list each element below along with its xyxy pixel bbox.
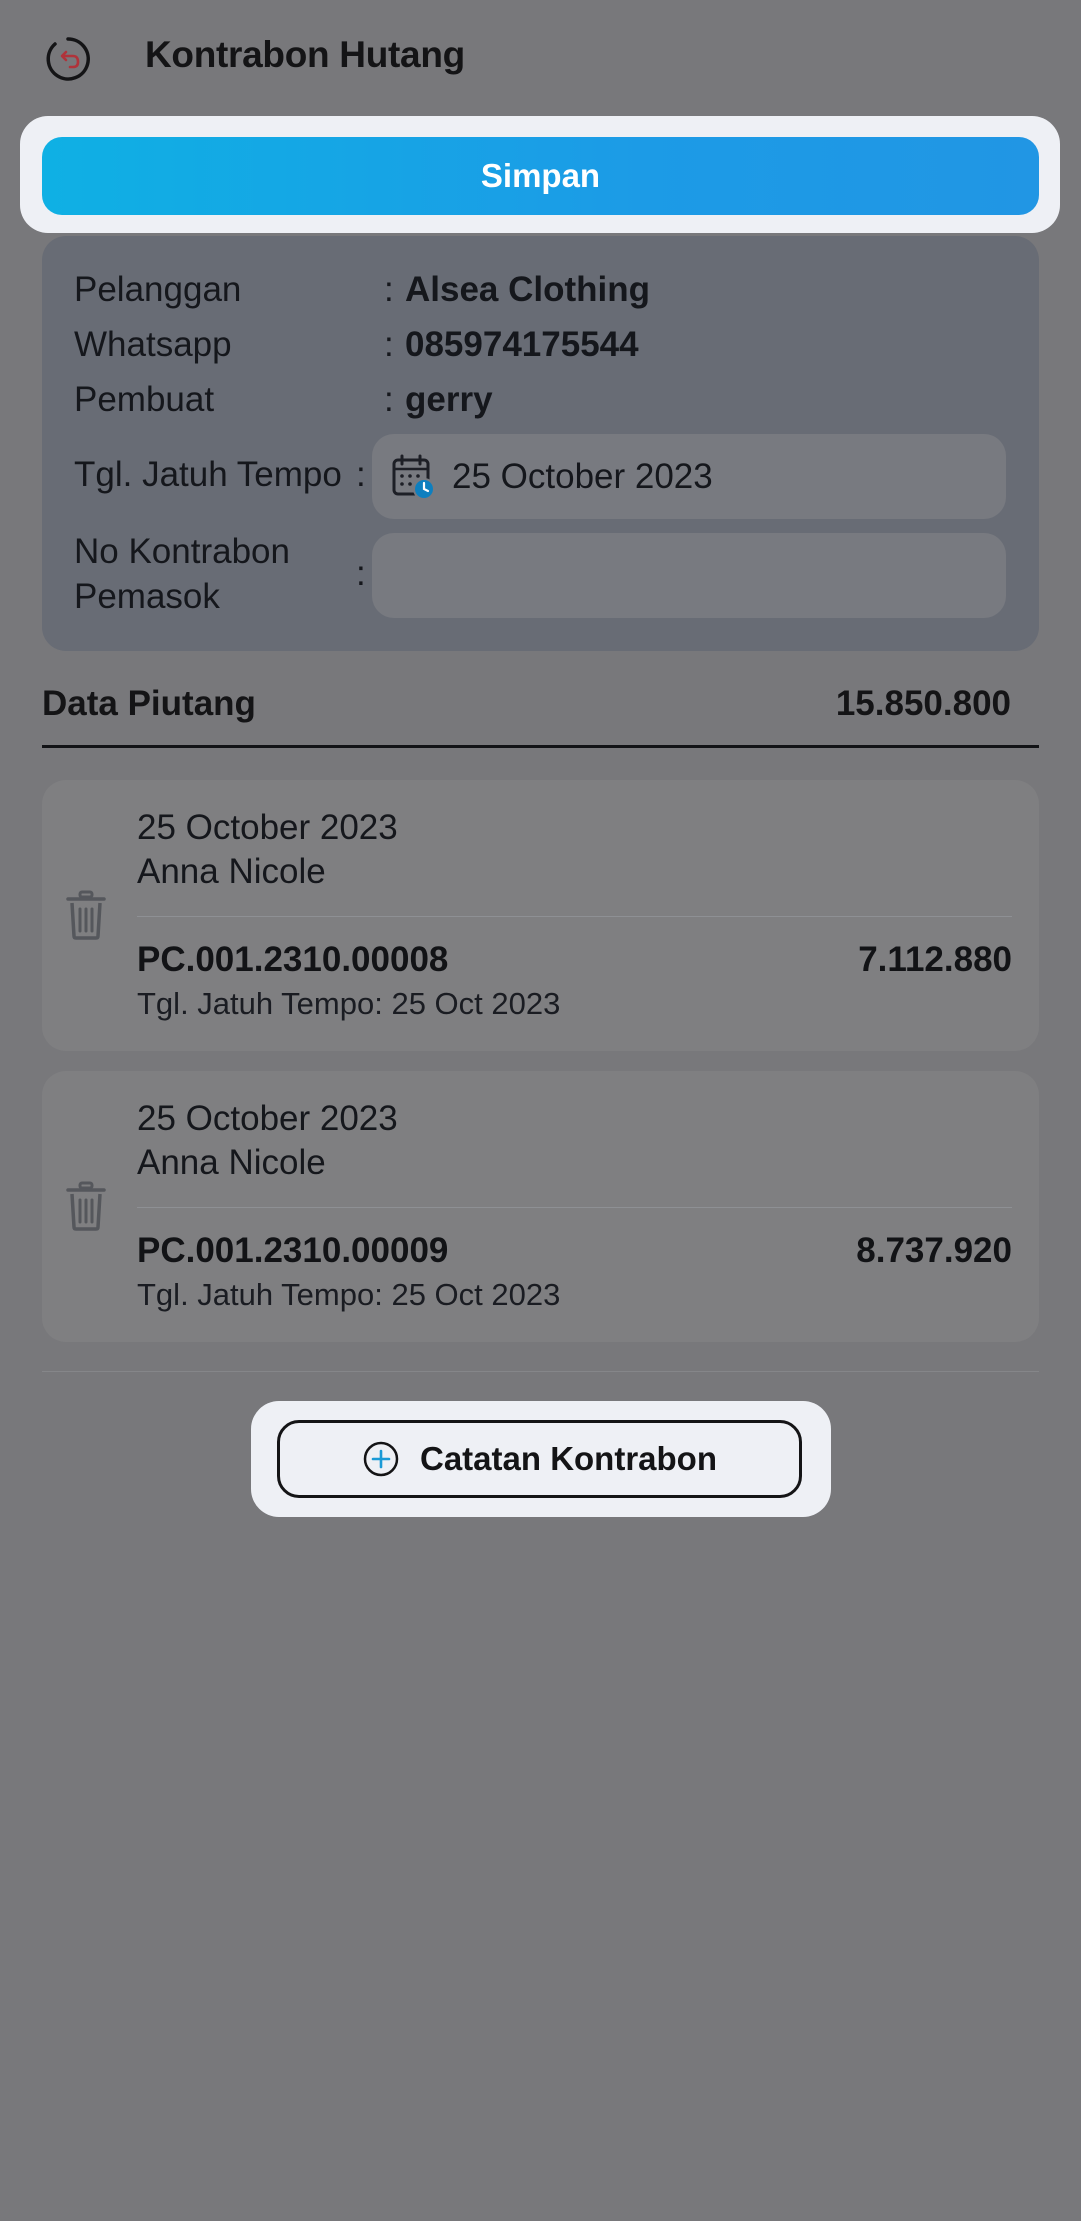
entry-name: Anna Nicole [137, 852, 326, 891]
list-item[interactable]: 25 October 2023 Anna Nicole PC.001.2310.… [42, 1071, 1039, 1342]
whatsapp-value: 085974175544 [405, 325, 639, 364]
page-title: Kontrabon Hutang [145, 34, 465, 75]
jatuh-tempo-label: Tgl. Jatuh Tempo [74, 455, 342, 494]
colon: : [384, 325, 394, 364]
no-kontrabon-input[interactable] [372, 533, 1006, 618]
entry-due-date: Tgl. Jatuh Tempo: 25 Oct 2023 [137, 1277, 561, 1312]
colon: : [384, 380, 394, 419]
entry-amount: 7.112.880 [858, 940, 1012, 979]
due-date-picker[interactable]: 25 October 2023 [372, 434, 1006, 519]
trash-icon[interactable] [66, 1181, 106, 1231]
entry-date: 25 October 2023 [137, 808, 398, 847]
colon: : [384, 270, 394, 309]
entry-amount: 8.737.920 [856, 1231, 1012, 1270]
no-kontrabon-label: No Kontrabon [74, 532, 290, 571]
colon: : [356, 554, 366, 593]
list-item[interactable]: 25 October 2023 Anna Nicole PC.001.2310.… [42, 780, 1039, 1051]
colon: : [356, 455, 366, 494]
entry-name: Anna Nicole [137, 1143, 326, 1182]
add-button-label: Catatan Kontrabon [420, 1440, 717, 1477]
pelanggan-value: Alsea Clothing [405, 270, 651, 309]
plus-circle-icon [363, 1441, 399, 1477]
entry-code: PC.001.2310.00009 [137, 1231, 449, 1270]
entry-date: 25 October 2023 [137, 1099, 398, 1138]
pembuat-label: Pembuat [74, 380, 215, 419]
pelanggan-label: Pelanggan [74, 270, 242, 309]
due-date-value: 25 October 2023 [452, 456, 713, 496]
contract-info-card: Pelanggan : Alsea Clothing Whatsapp : 08… [42, 236, 1039, 651]
entry-due-date: Tgl. Jatuh Tempo: 25 Oct 2023 [137, 986, 561, 1021]
divider [137, 916, 1012, 917]
add-catatan-kontrabon-button[interactable]: Catatan Kontrabon [277, 1420, 802, 1498]
divider [42, 1371, 1039, 1372]
save-button[interactable]: Simpan [42, 137, 1039, 215]
pembuat-value: gerry [405, 380, 493, 419]
back-button[interactable] [42, 33, 94, 85]
trash-icon[interactable] [66, 890, 106, 940]
calendar-clock-icon [392, 454, 435, 500]
data-piutang-header: Data Piutang 15.850.800 [42, 680, 1039, 748]
section-total: 15.850.800 [835, 684, 1011, 723]
back-arrow-circle-icon [46, 37, 90, 81]
app-screen: Kontrabon Hutang Simpan Pelanggan : Alse… [0, 0, 1081, 2221]
entry-code: PC.001.2310.00008 [137, 940, 449, 979]
no-kontrabon-label-line2: Pemasok [74, 577, 220, 616]
divider [137, 1207, 1012, 1208]
whatsapp-label: Whatsapp [74, 325, 232, 364]
section-title: Data Piutang [42, 684, 256, 723]
